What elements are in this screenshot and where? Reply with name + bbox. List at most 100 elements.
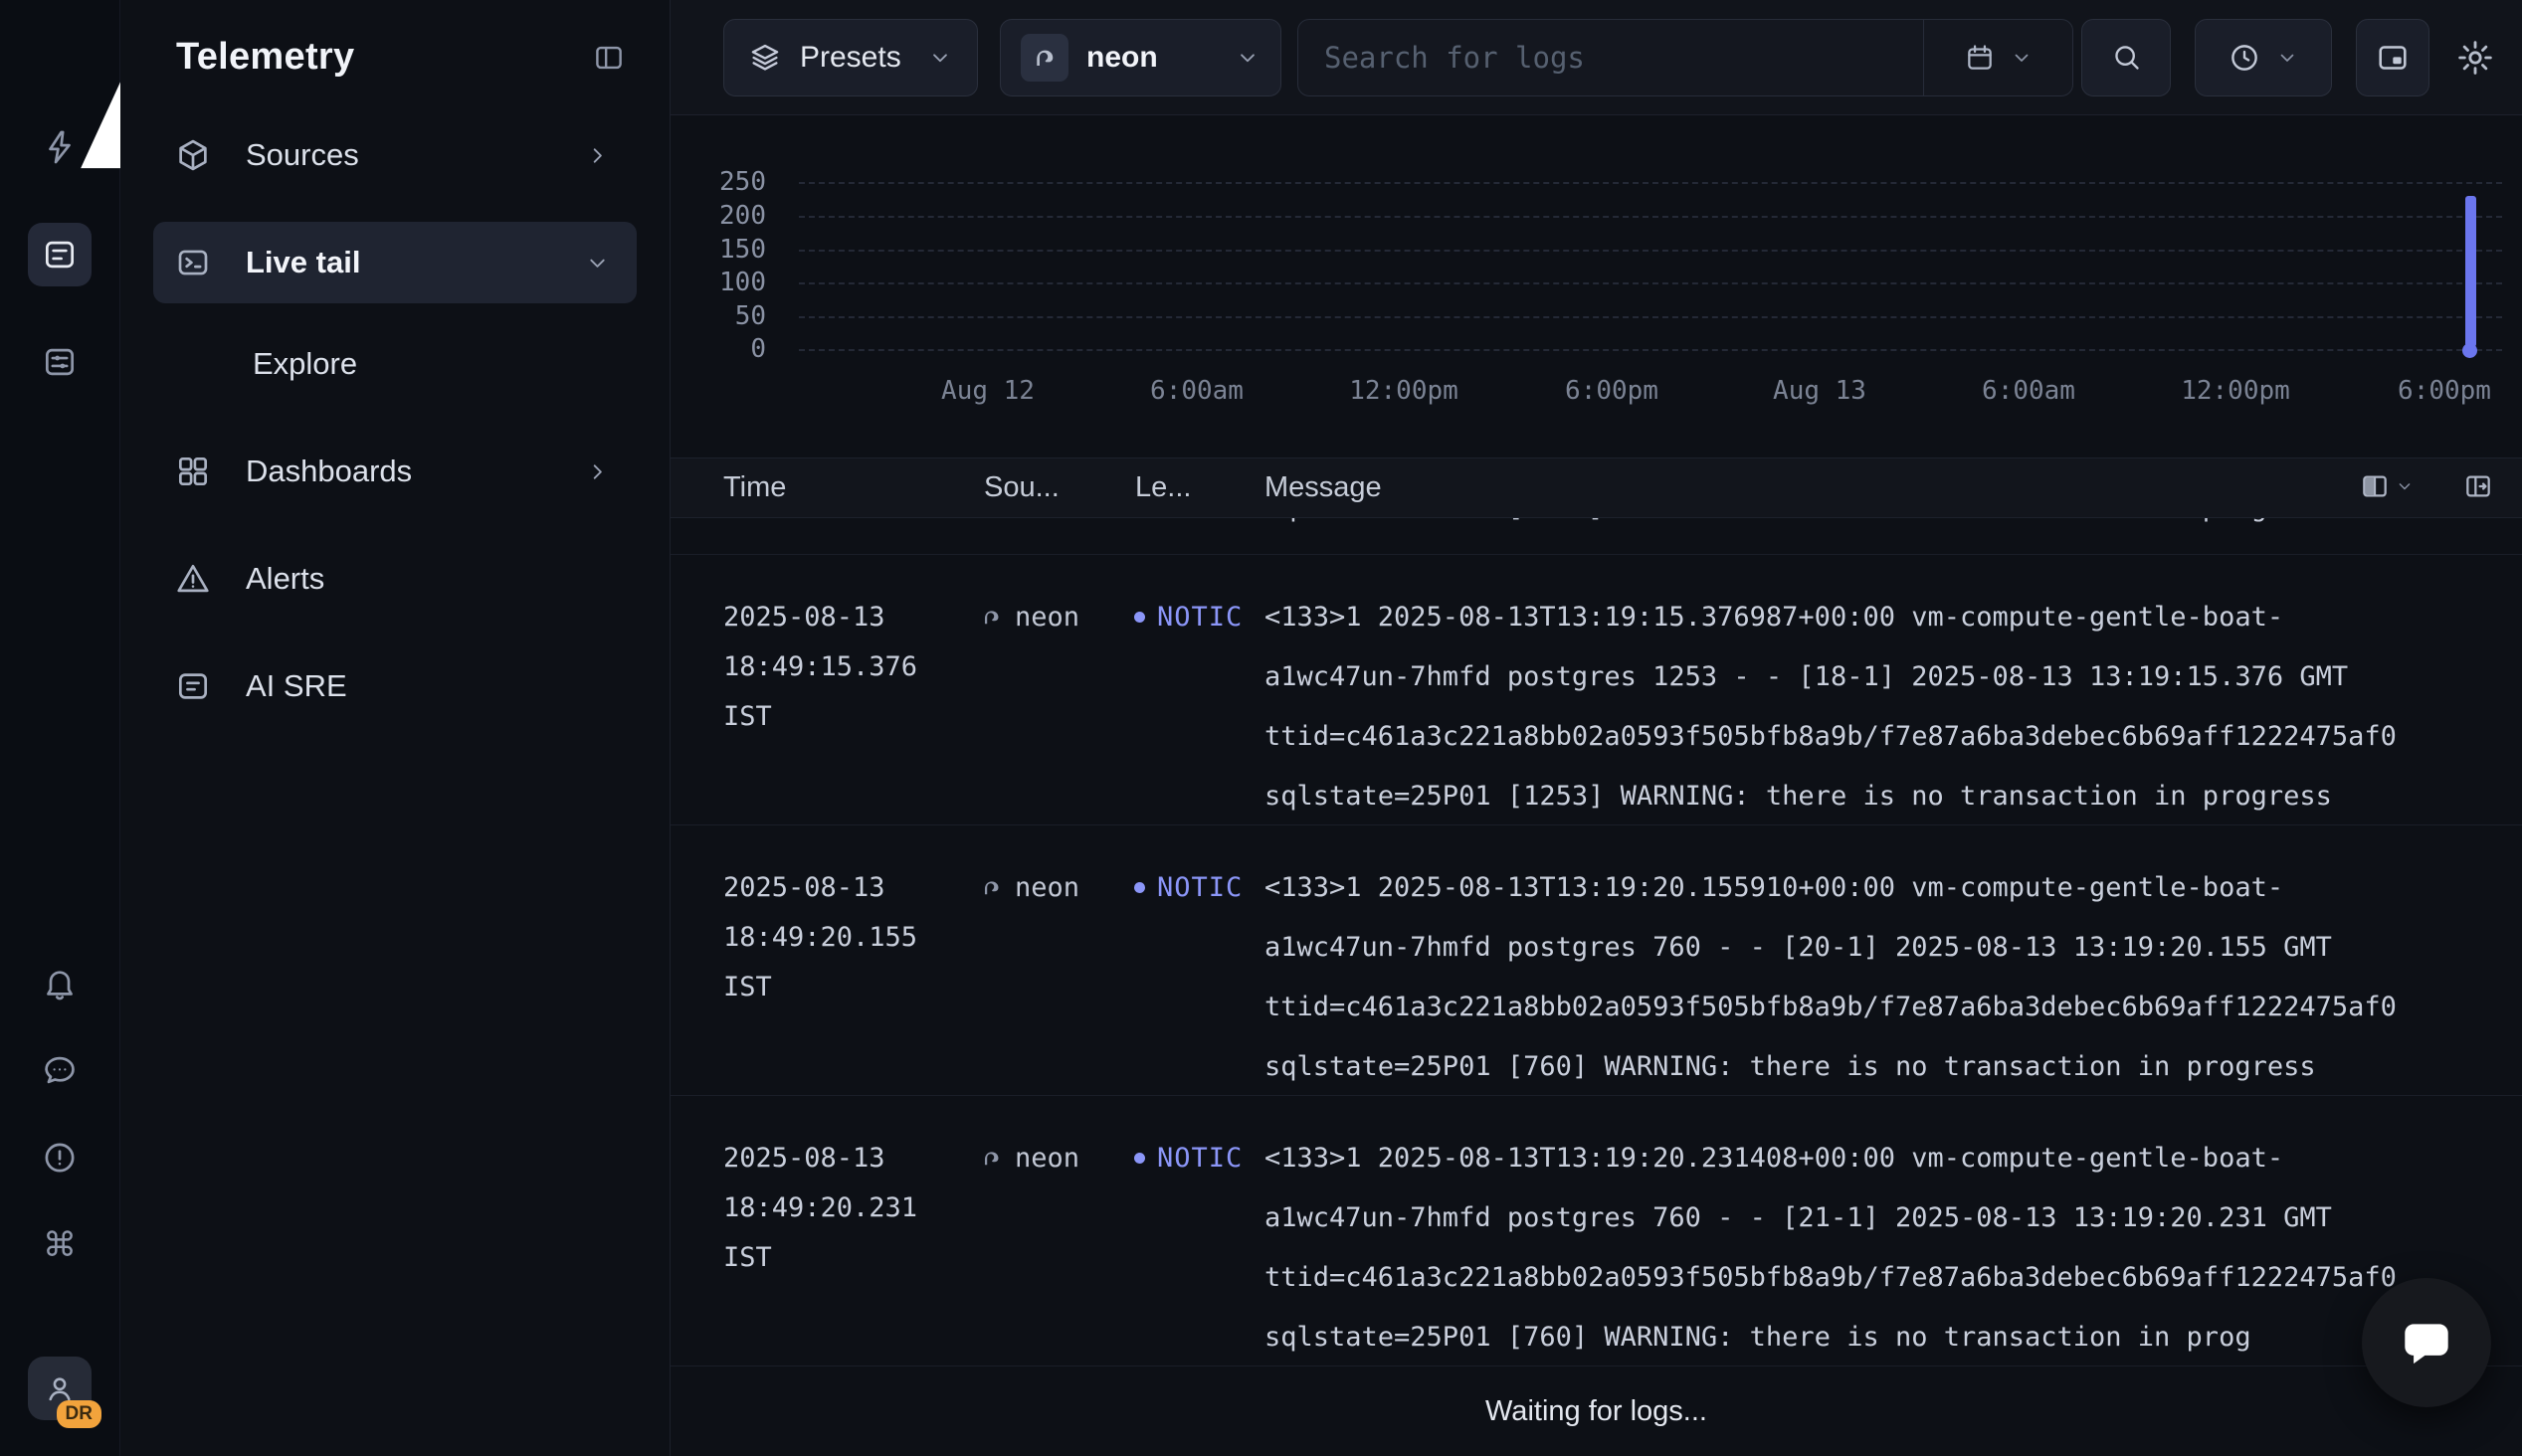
log-message-line: sqlstate=25P01 [1253] WARNING: there is … — [1264, 518, 2332, 523]
columns-settings-button[interactable] — [2359, 470, 2415, 502]
sidebar-item-label: Alerts — [246, 561, 324, 597]
alert-triangle-icon — [174, 560, 212, 598]
date-range-button[interactable] — [1923, 20, 2072, 95]
sidebar-item-sources[interactable]: Sources — [153, 114, 637, 196]
time-range-button[interactable] — [2195, 19, 2332, 96]
presets-label: Presets — [800, 41, 901, 75]
info-icon — [41, 1139, 79, 1177]
log-search-group — [1297, 19, 2073, 96]
waiting-status: Waiting for logs... — [671, 1366, 2522, 1456]
rail-item-logs[interactable] — [28, 223, 92, 286]
sidebar-header: Telemetry — [120, 0, 670, 106]
clock-icon — [2228, 41, 2261, 75]
panel-left-icon — [592, 41, 626, 75]
clipped-log-row[interactable]: sqlstate=25P01 [1253] WARNING: there is … — [671, 518, 2522, 555]
log-source: neon — [978, 602, 1079, 633]
gridline — [799, 250, 2502, 252]
shortcuts-button[interactable]: ⌘ — [28, 1213, 92, 1277]
calendar-icon — [1964, 42, 1996, 74]
sidebar: Telemetry Sources Live tail Explore Dash… — [120, 0, 671, 1456]
status-button[interactable] — [28, 1126, 92, 1189]
source-selected-value: neon — [1086, 41, 1158, 75]
x-axis-tick: 6:00pm — [2398, 376, 2491, 406]
notifications-button[interactable] — [28, 951, 92, 1014]
x-axis-tick: 12:00pm — [2181, 376, 2290, 406]
log-row[interactable]: 2025-08-1318:49:20.155IST neon NOTIC <13… — [671, 825, 2522, 1096]
chat-bubble-icon — [2396, 1312, 2457, 1373]
x-axis-tick: 12:00pm — [1349, 376, 1458, 406]
log-table-body: sqlstate=25P01 [1253] WARNING: there is … — [671, 518, 2522, 1366]
split-columns-icon — [2462, 470, 2494, 502]
x-axis-tick: 6:00am — [1150, 376, 1244, 406]
log-row[interactable]: 2025-08-1318:49:20.231IST neon NOTIC <13… — [671, 1096, 2522, 1366]
source-elephant-icon — [978, 874, 1005, 901]
chevron-down-icon — [2395, 476, 2415, 496]
sidebar-item-label: AI SRE — [246, 668, 347, 704]
search-icon — [2110, 41, 2143, 74]
run-search-button[interactable] — [2081, 19, 2171, 96]
chevron-down-icon — [2275, 46, 2299, 70]
chevron-down-icon — [927, 45, 953, 71]
user-avatar[interactable]: DR — [28, 1357, 92, 1420]
app-root: ⌘ DR Telemetry Sources Live tail — [0, 0, 2522, 1456]
log-volume-chart: 250 200 150 100 50 0 Aug 12 6:00am 12:00… — [671, 115, 2522, 458]
search-input[interactable] — [1298, 20, 1923, 95]
sidebar-item-dashboards[interactable]: Dashboards — [153, 431, 637, 512]
settings-button[interactable] — [2455, 38, 2495, 78]
x-axis-tick: Aug 13 — [1773, 376, 1866, 406]
rail-item-metrics[interactable] — [28, 330, 92, 394]
log-message: <133>1 2025-08-13T13:19:20.231408+00:00 … — [1264, 1129, 2397, 1367]
column-header-time: Time — [723, 471, 786, 504]
log-row[interactable]: 2025-08-1318:49:15.376IST neon NOTIC <13… — [671, 555, 2522, 825]
log-timestamp: 2025-08-1318:49:20.155IST — [723, 863, 917, 1012]
gridline — [799, 182, 2502, 184]
source-select[interactable]: neon — [1000, 19, 1281, 96]
log-count-bar[interactable] — [2465, 196, 2476, 347]
layers-icon — [748, 41, 782, 75]
sidebar-item-label: Sources — [246, 137, 359, 173]
nav-rail: ⌘ DR — [0, 0, 120, 1456]
column-header-message: Message — [1264, 471, 1382, 504]
zap-icon — [41, 128, 79, 166]
chevron-right-icon — [584, 458, 611, 485]
x-axis-tick: 6:00am — [1982, 376, 2075, 406]
sliders-icon — [41, 343, 79, 381]
pip-icon — [2375, 40, 2411, 76]
chevron-right-icon — [584, 142, 611, 169]
brand-logo[interactable] — [30, 26, 90, 72]
gridline — [799, 349, 2502, 351]
columns-icon — [2359, 470, 2391, 502]
sidebar-item-explore[interactable]: Explore — [153, 323, 637, 405]
y-axis-tick: 250 — [671, 167, 766, 197]
bell-icon — [41, 964, 79, 1001]
level-dot — [1134, 882, 1145, 893]
presets-button[interactable]: Presets — [723, 19, 978, 96]
sidebar-collapse-button[interactable] — [592, 41, 626, 75]
sidebar-item-alerts[interactable]: Alerts — [153, 538, 637, 620]
y-axis-tick: 0 — [671, 334, 766, 364]
messages-button[interactable] — [28, 1038, 92, 1102]
sidebar-item-live-tail[interactable]: Live tail — [153, 222, 637, 303]
log-level: NOTIC — [1134, 872, 1243, 903]
split-view-button[interactable] — [2462, 470, 2494, 502]
chevron-down-icon — [2010, 46, 2034, 70]
pip-button[interactable] — [2356, 19, 2429, 96]
cube-icon — [174, 136, 212, 174]
x-axis-tick: Aug 12 — [941, 376, 1035, 406]
log-source: neon — [978, 1143, 1079, 1174]
log-timestamp: 2025-08-1318:49:15.376IST — [723, 593, 917, 742]
sidebar-item-ai-sre[interactable]: AI SRE — [153, 645, 637, 727]
rail-item-quickstart[interactable] — [28, 115, 92, 179]
waiting-text: Waiting for logs... — [1485, 1395, 1707, 1428]
main-content: Presets neon — [671, 0, 2522, 1456]
gridline — [799, 282, 2502, 284]
source-elephant-icon — [1021, 34, 1068, 82]
gridline — [799, 216, 2502, 218]
sidebar-item-label: Explore — [253, 346, 357, 382]
log-timestamp: 2025-08-1318:49:20.231IST — [723, 1134, 917, 1283]
log-message: <133>1 2025-08-13T13:19:20.155910+00:00 … — [1264, 858, 2397, 1097]
log-count-bar-dot — [2462, 343, 2477, 358]
ai-sre-icon — [174, 667, 212, 705]
toolbar: Presets neon — [671, 0, 2522, 115]
support-chat-fab[interactable] — [2362, 1278, 2491, 1407]
